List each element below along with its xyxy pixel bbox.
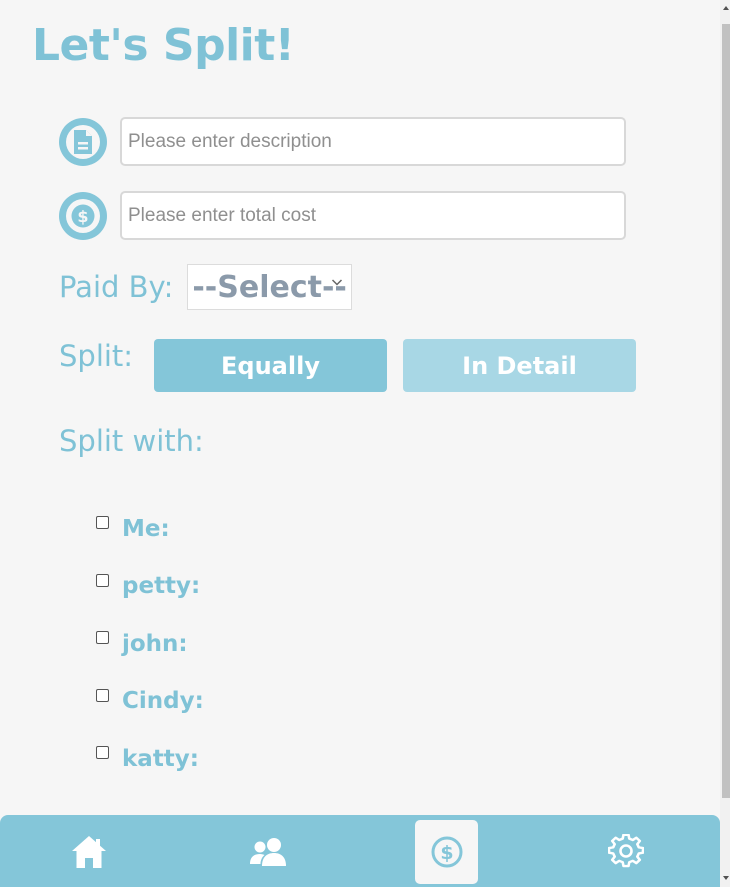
paid-by-row: Paid By: --Select--: [59, 264, 353, 310]
nav-expenses-button[interactable]: $: [415, 820, 478, 884]
member-name: john:: [122, 630, 188, 657]
description-input[interactable]: [120, 117, 626, 166]
member-name: Cindy:: [122, 688, 204, 715]
nav-home-button[interactable]: [57, 820, 120, 884]
svg-text:$: $: [77, 207, 88, 226]
split-in-detail-button[interactable]: In Detail: [403, 339, 636, 392]
member-name: petty:: [122, 573, 201, 600]
member-checkbox[interactable]: [96, 573, 109, 587]
scroll-up-arrow-icon[interactable]: [722, 4, 730, 12]
svg-text:$: $: [440, 842, 453, 864]
split-label: Split:: [59, 339, 134, 373]
friends-icon: [249, 838, 286, 866]
scrollbar-thumb[interactable]: [722, 24, 730, 798]
nav-settings-button[interactable]: [594, 820, 657, 884]
member-name: katty:: [122, 745, 199, 772]
member-list: Me: petty: john: Cindy: katty:: [95, 500, 204, 788]
paid-by-label: Paid By:: [59, 270, 174, 304]
bottom-nav: $: [0, 815, 720, 887]
home-icon: [71, 836, 106, 868]
member-item: Me:: [95, 500, 204, 558]
member-checkbox[interactable]: [96, 516, 109, 530]
dollar-icon: $: [59, 191, 107, 240]
vertical-scrollbar[interactable]: [720, 0, 730, 887]
member-item: john:: [95, 615, 204, 673]
total-cost-input[interactable]: [120, 191, 626, 240]
scroll-down-arrow-icon[interactable]: [722, 874, 730, 882]
split-equally-button[interactable]: Equally: [154, 339, 387, 392]
chevron-down-icon: [332, 279, 343, 286]
dollar-icon: $: [431, 836, 462, 868]
page-title: Let's Split!: [32, 20, 295, 71]
document-icon: [59, 117, 107, 166]
nav-friends-button[interactable]: [236, 820, 299, 884]
gear-icon: [607, 834, 644, 868]
member-checkbox[interactable]: [96, 631, 109, 645]
cost-row: $: [59, 191, 626, 240]
split-row: Split:: [59, 339, 133, 373]
member-checkbox[interactable]: [96, 688, 109, 702]
member-item: katty:: [95, 730, 204, 788]
description-row: [59, 117, 626, 166]
member-checkbox[interactable]: [96, 746, 109, 760]
member-item: Cindy:: [95, 673, 204, 731]
member-item: petty:: [95, 558, 204, 616]
paid-by-selected-value: --Select--: [192, 269, 347, 305]
split-with-label: Split with:: [59, 424, 204, 458]
paid-by-select[interactable]: --Select--: [187, 264, 353, 310]
member-name: Me:: [122, 515, 170, 542]
